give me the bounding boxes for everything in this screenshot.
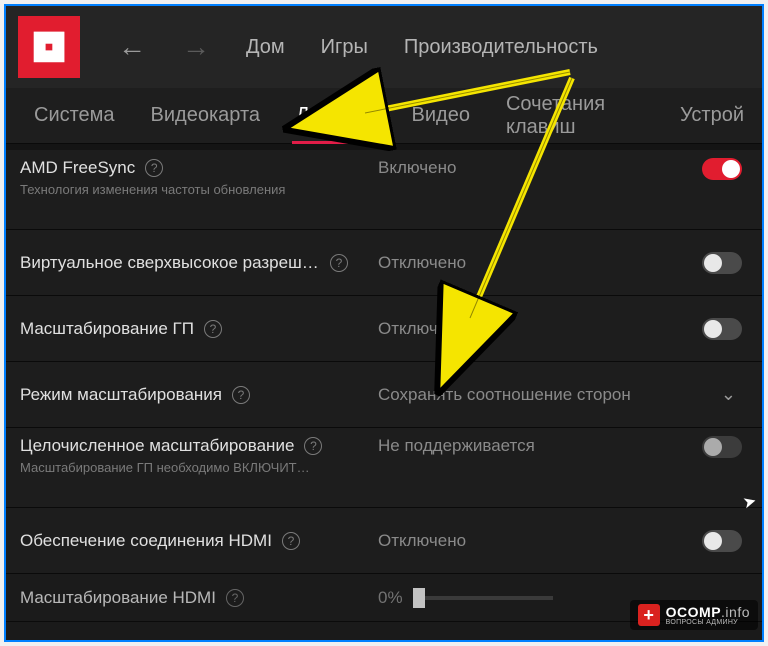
help-icon[interactable]: ? [145,159,163,177]
hdmi-link-toggle[interactable] [702,530,742,552]
freesync-value: Включено [378,158,682,178]
vsr-value: Отключено [378,253,682,273]
chevron-down-icon[interactable]: ⌄ [721,384,742,405]
tabs-bar: Система Видеокарта Дисплей Видео Сочетан… [6,88,762,144]
gpu-scaling-value: Отключено [378,319,682,339]
hdmi-scale-slider[interactable] [413,596,553,600]
tab-display[interactable]: Дисплей [278,88,394,143]
amd-logo [18,16,80,78]
row-integer-scaling: Целочисленное масштабирование ? Масштаби… [6,428,762,508]
top-bar: ← → Дом Игры Производительность [6,6,762,88]
row-gpu-scaling: Масштабирование ГП ? Отключено [6,296,762,362]
row-hdmi-link: Обеспечение соединения HDMI ? Отключено [6,508,762,574]
help-icon[interactable]: ? [232,386,250,404]
nav-performance[interactable]: Производительность [386,36,616,59]
scaling-mode-value[interactable]: Сохранять соотношение сторон [378,385,682,405]
gpu-scaling-toggle[interactable] [702,318,742,340]
amd-logo-icon [32,30,66,64]
gpu-scaling-label: Масштабирование ГП [20,319,194,339]
badge-main: OCOMP.info [666,605,750,619]
forward-button[interactable]: → [164,31,228,63]
plus-icon: + [638,604,660,626]
integer-value: Не поддерживается [378,436,682,456]
nav-games[interactable]: Игры [303,36,386,59]
help-icon[interactable]: ? [282,532,300,550]
hdmi-scale-value: 0% [378,588,403,608]
row-vsr: Виртуальное сверхвысокое разреше… ? Откл… [6,230,762,296]
help-icon[interactable]: ? [330,254,348,272]
help-icon[interactable]: ? [204,320,222,338]
nav-home[interactable]: Дом [228,36,303,59]
vsr-toggle[interactable] [702,252,742,274]
integer-label: Целочисленное масштабирование [20,436,294,456]
tab-devices[interactable]: Устрой [662,88,762,143]
tab-gpu[interactable]: Видеокарта [133,88,278,143]
freesync-toggle[interactable] [702,158,742,180]
hdmi-link-label: Обеспечение соединения HDMI [20,531,272,551]
help-icon[interactable]: ? [226,589,244,607]
hdmi-scale-label: Масштабирование HDMI [20,588,216,608]
freesync-label: AMD FreeSync [20,158,135,178]
settings-panel: AMD FreeSync ? Технология изменения част… [6,144,762,622]
scaling-mode-label: Режим масштабирования [20,385,222,405]
watermark-badge: + OCOMP.info ВОПРОСЫ АДМИНУ [630,600,758,630]
row-scaling-mode: Режим масштабирования ? Сохранять соотно… [6,362,762,428]
help-icon[interactable]: ? [304,437,322,455]
vsr-label: Виртуальное сверхвысокое разреше… [20,253,320,273]
freesync-sub: Технология изменения частоты обновления [20,182,350,197]
integer-toggle [702,436,742,458]
tab-system[interactable]: Система [16,88,133,143]
tab-hotkeys[interactable]: Сочетания клавиш [488,88,662,143]
integer-sub: Масштабирование ГП необходимо ВКЛЮЧИТ… [20,460,350,475]
hdmi-link-value: Отключено [378,531,682,551]
tab-video[interactable]: Видео [394,88,488,143]
badge-sub: ВОПРОСЫ АДМИНУ [666,619,750,626]
back-button[interactable]: ← [100,31,164,63]
app-window: ← → Дом Игры Производительность Система … [4,4,764,642]
row-freesync: AMD FreeSync ? Технология изменения част… [6,150,762,230]
